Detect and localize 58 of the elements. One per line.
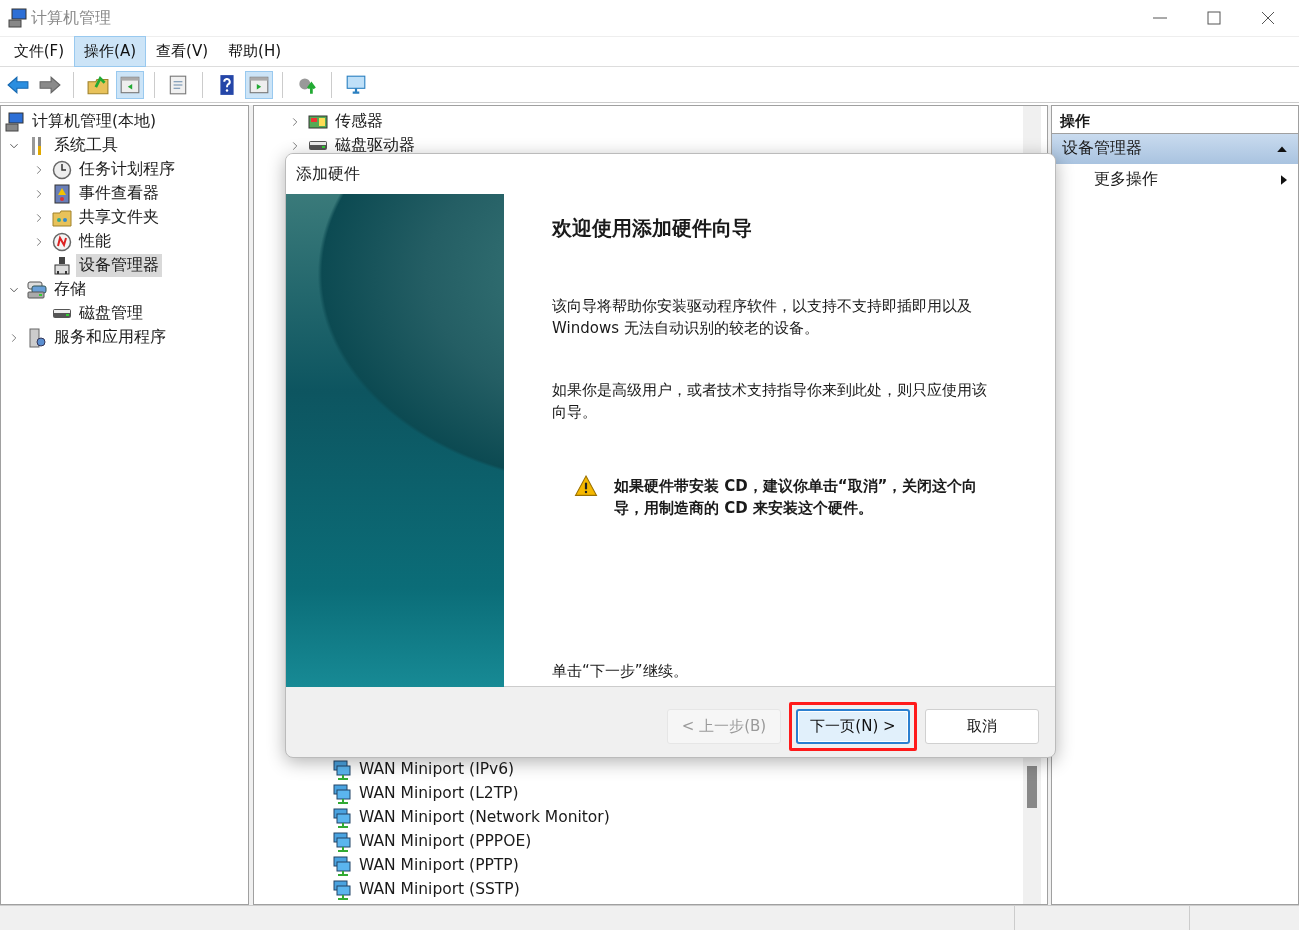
action-link[interactable]: 更多操作: [1094, 168, 1158, 192]
tree-item[interactable]: 系统工具: [51, 134, 121, 158]
warning-icon: [574, 475, 598, 497]
tree-item[interactable]: 共享文件夹: [76, 206, 162, 230]
warning-text: 如果硬件带安装 CD，建议你单击“取消”，关闭这个向导，用制造商的 CD 来安装这个硬件。: [614, 476, 979, 519]
toolbar-button[interactable]: [115, 70, 144, 99]
computer-icon: [5, 111, 25, 132]
toolbar-button[interactable]: [244, 70, 273, 99]
dialog-title: 添加硬件: [286, 154, 1055, 194]
storage-icon: [27, 279, 47, 300]
disk-drive-icon: [52, 308, 72, 320]
device-item[interactable]: WAN Miniport (Network Monitor): [356, 806, 613, 830]
network-adapter-icon: [332, 880, 352, 900]
network-adapter-icon: [332, 784, 352, 804]
wizard-paragraph: 如果你是高级用户，或者技术支持指导你来到此处，则只应使用该向导。: [552, 380, 988, 423]
computer-icon: [7, 8, 28, 29]
event-log-icon: [52, 183, 72, 204]
network-adapter-icon: [332, 832, 352, 852]
tree-item[interactable]: 事件查看器: [76, 182, 162, 206]
device-item[interactable]: WAN Miniport (SSTP): [356, 878, 523, 902]
device-item[interactable]: WAN Miniport (PPTP): [356, 854, 522, 878]
gauge-icon: [52, 231, 72, 252]
tree-item[interactable]: 服务和应用程序: [51, 326, 169, 350]
menu-item[interactable]: 帮助(H): [218, 36, 291, 67]
tree-item[interactable]: 存储: [51, 278, 89, 302]
scrollbar-thumb[interactable]: [1027, 766, 1037, 808]
actions-section-header[interactable]: 设备管理器: [1052, 134, 1298, 164]
wizard-heading: 欢迎使用添加硬件向导: [552, 216, 753, 240]
tree-item[interactable]: 任务计划程序: [76, 158, 178, 182]
tree-item[interactable]: 磁盘管理: [76, 302, 146, 326]
network-adapter-icon: [332, 808, 352, 828]
device-item[interactable]: WAN Miniport (PPPOE): [356, 830, 535, 854]
tree-item[interactable]: 设备管理器: [76, 254, 162, 278]
wizard-hint: 单击“下一步”继续。: [552, 660, 689, 682]
tree-item[interactable]: 性能: [76, 230, 114, 254]
forward-arrow-icon: [38, 73, 61, 96]
clock-icon: [52, 159, 72, 180]
wizard-button[interactable]: 下一页(N) >: [796, 708, 910, 744]
menu-item[interactable]: 查看(V): [146, 36, 219, 67]
tree-item[interactable]: 计算机管理(本地): [29, 110, 160, 134]
close-icon[interactable]: [1259, 10, 1276, 26]
menu-item[interactable]: 操作(A): [74, 36, 147, 67]
shared-folder-icon: [52, 207, 72, 228]
monitor-icon: [344, 73, 367, 96]
network-adapter-icon: [332, 856, 352, 876]
device-icon: [52, 255, 72, 276]
wizard-button[interactable]: 取消: [925, 708, 1039, 744]
disk-drive-icon: [308, 140, 328, 152]
device-item[interactable]: WAN Miniport (IPv6): [356, 758, 518, 782]
device-item[interactable]: WAN Miniport (L2TP): [356, 782, 522, 806]
section-label: 设备管理器: [1062, 138, 1142, 160]
window-title: 计算机管理: [31, 7, 112, 29]
wizard-paragraph: 该向导将帮助你安装驱动程序软件，以支持不支持即插即用以及 Windows 无法自动识别的较老的设备。: [552, 296, 973, 339]
menu-item[interactable]: 文件(F): [3, 36, 75, 67]
maximize-icon[interactable]: [1205, 10, 1222, 26]
network-adapter-icon: [332, 760, 352, 780]
back-arrow-icon: [6, 73, 29, 96]
device-item[interactable]: 传感器: [332, 110, 386, 134]
